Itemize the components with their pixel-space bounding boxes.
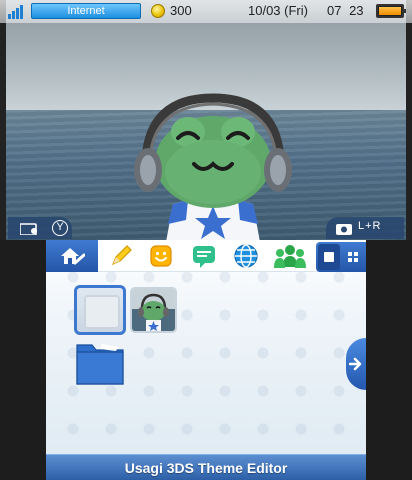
notifications-icon [193,246,215,268]
miiverse-button[interactable] [148,243,174,269]
play-coin-icon [151,4,165,18]
home-settings-button[interactable] [46,240,98,272]
wifi-signal-icon [8,3,27,19]
empty-app-slot-selected[interactable] [74,285,126,335]
grid-icon [348,252,358,262]
pencil-icon [111,245,132,266]
browser-globe-icon [234,244,258,268]
time-display: 07 23 [327,3,364,18]
camera-icon [336,224,352,235]
camera-button-left[interactable]: Y [8,217,72,239]
lr-button-glyph: L+R [358,220,382,232]
home-settings-icon [61,248,85,265]
grid-view-button[interactable] [342,244,364,270]
left-bezel [0,0,6,240]
bottom-screen: Usagi 3DS Theme Editor [46,240,366,480]
miiverse-face-icon [150,245,172,267]
frog-character-image [134,93,292,240]
theme-app-icon[interactable] [130,287,177,333]
folder-app[interactable] [76,341,124,385]
status-bar: Internet 300 10/03 (Fri) 07 23 [0,0,412,23]
toolbar [46,240,366,272]
notifications-button[interactable] [191,243,217,269]
internet-browser-button[interactable] [233,243,259,269]
friend-list-button[interactable] [274,243,306,269]
game-notes-button[interactable] [108,243,134,269]
date-display: 10/03 (Fri) [248,3,308,18]
square-icon [324,252,334,262]
frog-thumbnail-icon [132,289,175,331]
arrow-right-icon [349,357,362,371]
play-coin-count: 300 [170,3,192,18]
top-screen: Internet 300 10/03 (Fri) 07 23 Y L+R [0,0,412,240]
single-view-button[interactable] [318,244,340,270]
right-bezel [406,0,412,240]
selected-app-title: Usagi 3DS Theme Editor [46,454,366,480]
friends-icon [274,245,306,268]
battery-icon [376,4,406,18]
3ds-home-menu: Internet 300 10/03 (Fri) 07 23 Y L+R Usa… [0,0,412,480]
folder-icon [76,344,124,385]
y-button-glyph: Y [52,220,68,236]
camera-button-right[interactable]: L+R [326,217,404,239]
internet-status: Internet [31,3,141,19]
view-toggle [316,242,366,272]
camera-icon [20,223,37,235]
